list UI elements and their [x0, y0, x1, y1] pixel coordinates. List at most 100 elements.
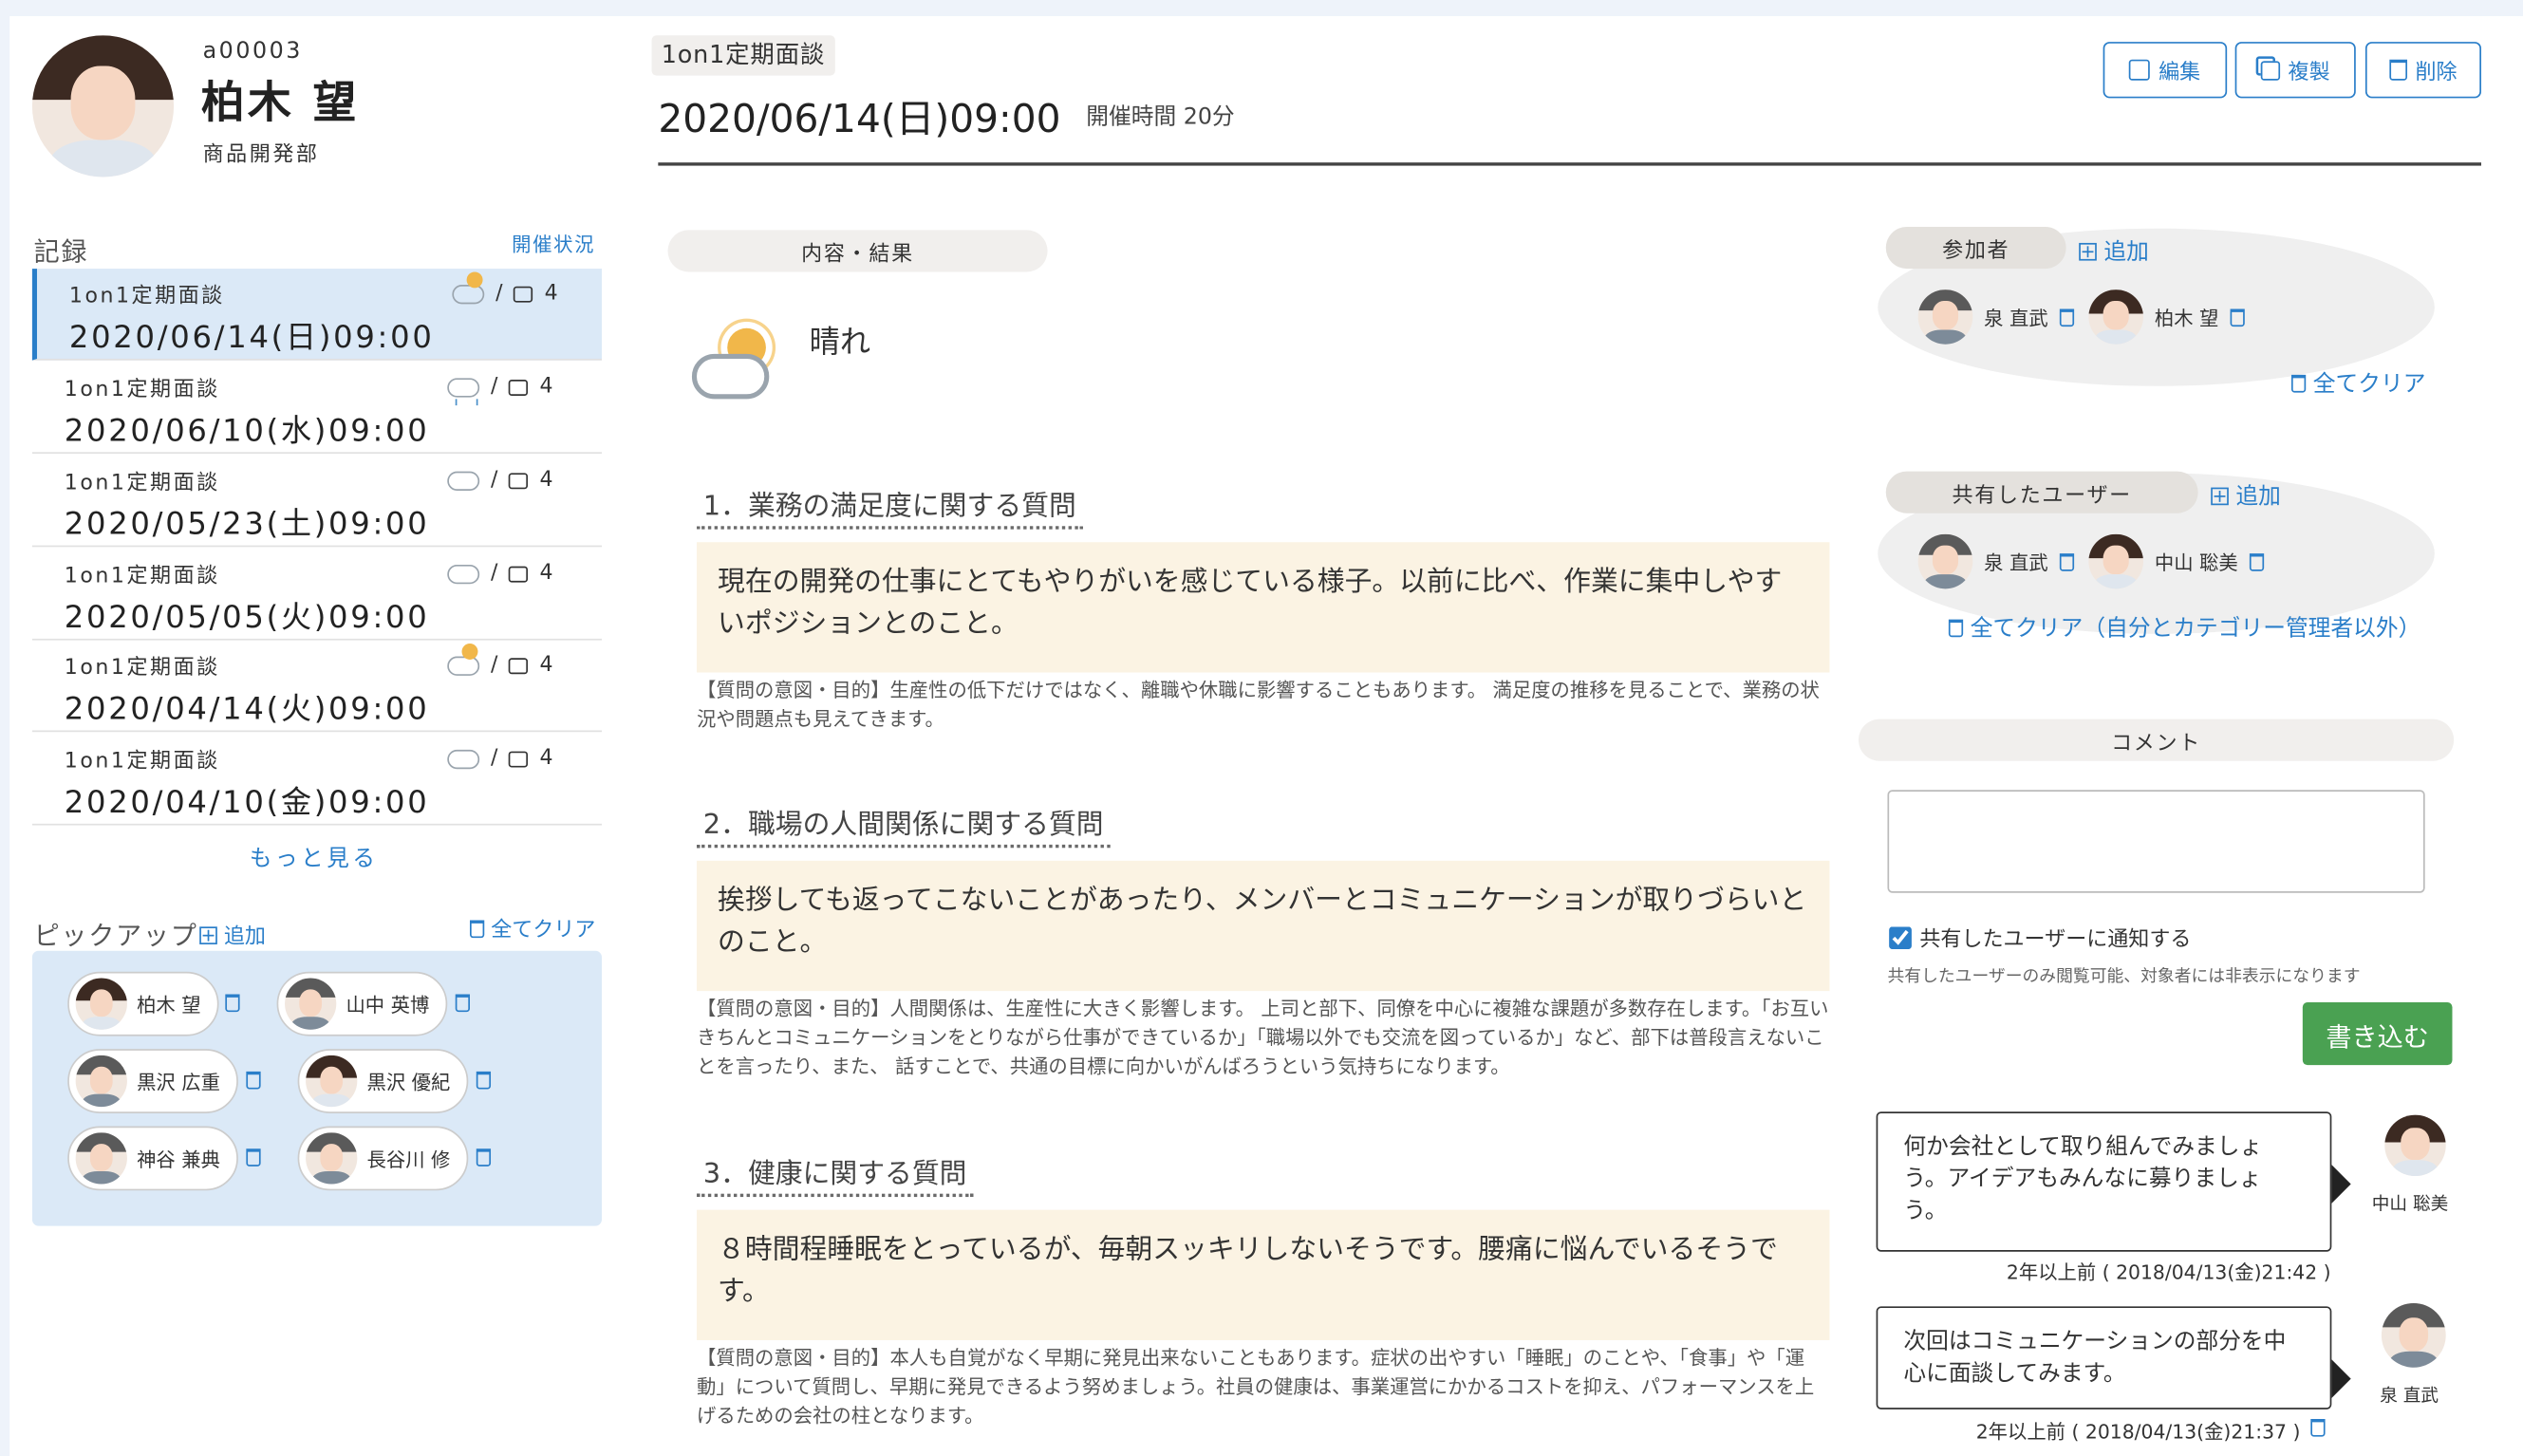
pickup-add-button[interactable]: 追加	[199, 919, 266, 949]
record-item-5[interactable]: 1on1定期面談 2020/04/10(金)09:00 /4	[31, 734, 603, 826]
person-name: 泉 直武	[1984, 551, 2048, 574]
comment-author: 中山 聡美	[2371, 1193, 2449, 1215]
record-item-3[interactable]: 1on1定期面談 2020/05/05(火)09:00 /4	[31, 549, 603, 641]
pickup-clear-button[interactable]: 全てクリア	[469, 912, 595, 943]
comment-avatar	[2384, 1114, 2446, 1177]
edit-button[interactable]: 編集	[2102, 42, 2228, 99]
more-link[interactable]: もっと見る	[250, 841, 379, 873]
notify-label: 共有したユーザーに通知する	[1919, 928, 2192, 953]
meeting-type-badge: 1on1定期面談	[651, 35, 835, 76]
pickup-chip[interactable]: 柏木 望	[67, 971, 219, 1036]
question-title: 3．健康に関する質問	[697, 1150, 974, 1198]
header-divider	[658, 162, 2481, 166]
person-name: 泉 直武	[1984, 306, 2048, 329]
record-type: 1on1定期面談	[64, 471, 220, 496]
question-answer: ８時間程睡眠をとっているが、毎朝スッキリしないそうです。腰痛に悩んでいるそうです…	[697, 1209, 1830, 1340]
record-type: 1on1定期面談	[68, 285, 225, 309]
shared-user: 泉 直武	[1917, 533, 2074, 589]
sun-cloud-icon	[452, 271, 485, 304]
participants-clear-button[interactable]: 全てクリア	[2290, 366, 2425, 399]
comment-count: 4	[539, 468, 553, 493]
record-type: 1on1定期面談	[64, 378, 220, 402]
trash-icon[interactable]	[2059, 308, 2074, 327]
person-avatar	[2088, 289, 2144, 345]
trash-icon[interactable]	[2230, 308, 2245, 327]
comment-icon	[509, 379, 529, 396]
question-answer: 現在の開発の仕事にとてもやりがいを感じている様子。以前に比べ、作業に集中しやすい…	[697, 542, 1830, 673]
record-item-4[interactable]: 1on1定期面談 2020/04/14(火)09:00 /4	[31, 641, 603, 733]
participant: 柏木 望	[2088, 289, 2245, 345]
trash-icon[interactable]	[246, 1148, 261, 1167]
record-item-0[interactable]: 1on1定期面談 2020/06/14(日)09:00 /4	[31, 269, 603, 361]
record-type: 1on1定期面談	[64, 564, 220, 589]
record-type: 1on1定期面談	[64, 656, 220, 681]
pickup-chip[interactable]: 山中 英博	[276, 971, 448, 1036]
comment-time: 2年以上前 ( 2018/04/13(金)21:37 )	[1975, 1420, 2301, 1444]
person-name: 神谷 兼典	[137, 1148, 220, 1171]
trash-icon[interactable]	[476, 1148, 492, 1167]
cloud-icon	[447, 749, 480, 769]
copy-button[interactable]: 複製	[2234, 42, 2356, 99]
trash-icon[interactable]	[2249, 552, 2264, 570]
comment-count: 4	[539, 653, 553, 678]
trash-icon[interactable]	[225, 994, 240, 1013]
participants-add-button[interactable]: 追加	[2079, 234, 2149, 267]
notify-checkbox-row[interactable]: 共有したユーザーに通知する	[1889, 922, 2191, 952]
person-avatar	[75, 1132, 127, 1185]
person-name: 黒沢 優紀	[366, 1071, 451, 1093]
pickup-chip[interactable]: 黒沢 広重	[67, 1049, 238, 1113]
trash-icon[interactable]	[2310, 1418, 2326, 1437]
status-link[interactable]: 開催状況	[512, 230, 595, 257]
comment-icon	[509, 750, 529, 767]
person-avatar	[1917, 533, 1973, 589]
comment-icon	[509, 565, 529, 582]
pickup-chip[interactable]: 神谷 兼典	[67, 1126, 238, 1191]
visibility-note: 共有したユーザーのみ閲覧可能、対象者には非表示になります	[1887, 966, 2361, 987]
trash-icon	[2389, 59, 2407, 81]
question-title: 1．業務の満足度に関する質問	[697, 483, 1083, 530]
weather-icon	[691, 327, 782, 402]
notify-checkbox[interactable]	[1889, 925, 1912, 949]
comment-author: 泉 直武	[2380, 1385, 2439, 1407]
trash-icon[interactable]	[246, 1071, 261, 1090]
person-avatar	[75, 978, 127, 1030]
person-avatar	[306, 1055, 358, 1108]
person-name: 山中 英博	[346, 993, 430, 1017]
submit-button[interactable]: 書き込む	[2302, 1001, 2453, 1066]
trash-icon	[2290, 374, 2307, 393]
copy-icon	[2260, 60, 2281, 80]
trash-icon[interactable]	[476, 1071, 492, 1090]
pickup-chip[interactable]: 黒沢 優紀	[297, 1049, 469, 1113]
pickup-chip[interactable]: 長谷川 修	[297, 1126, 469, 1191]
comment-count: 4	[539, 746, 553, 771]
comment-textarea[interactable]	[1887, 790, 2425, 893]
shared-users-add-button[interactable]: 追加	[2211, 479, 2281, 512]
record-date: 2020/06/10(水)09:00	[64, 413, 430, 449]
record-date: 2020/05/23(土)09:00	[64, 506, 430, 543]
participant: 泉 直武	[1917, 289, 2074, 345]
comment-time: 2年以上前 ( 2018/04/13(金)21:42 )	[2006, 1260, 2331, 1284]
question-note: 【質問の意図・目的】人間関係は、生産性に大きく影響します。 上司と部下、同僚を中…	[697, 997, 1829, 1078]
trash-icon[interactable]	[2059, 552, 2074, 570]
cloud-icon	[447, 564, 480, 584]
person-name: 柏木 望	[2154, 306, 2219, 329]
trash-icon[interactable]	[455, 994, 470, 1013]
question-answer: 挨拶しても返ってこないことがあったり、メンバーとコミュニケーションが取りづらいと…	[697, 860, 1830, 992]
record-item-2[interactable]: 1on1定期面談 2020/05/23(土)09:00 /4	[31, 456, 603, 548]
question-note: 【質問の意図・目的】本人も自覚がなく早期に発見出来ないこともあります。症状の出や…	[697, 1346, 1815, 1428]
comment-avatar	[2381, 1302, 2446, 1368]
records-heading: 記録	[33, 236, 89, 268]
record-date: 2020/04/10(金)09:00	[64, 785, 430, 821]
delete-button[interactable]: 削除	[2364, 42, 2481, 99]
question-note: 【質問の意図・目的】生産性の低下だけではなく、離職や休職に影響することもあります…	[697, 679, 1820, 731]
record-item-1[interactable]: 1on1定期面談 2020/06/10(水)09:00 /4	[31, 362, 603, 454]
cloud-icon	[447, 470, 480, 491]
person-avatar	[306, 1132, 358, 1185]
record-date: 2020/05/05(火)09:00	[64, 600, 430, 636]
comment-bubble: 何か会社として取り組んでみましょう。アイデアもみんなに募りましょう。	[1876, 1111, 2351, 1252]
shared-users-clear-button[interactable]: 全てクリア（自分とカテゴリー管理者以外）	[1948, 611, 2420, 644]
person-avatar	[1917, 289, 1973, 345]
plus-icon	[2211, 487, 2229, 506]
comment-count: 4	[539, 561, 553, 586]
person-name: 長谷川 修	[366, 1148, 451, 1171]
